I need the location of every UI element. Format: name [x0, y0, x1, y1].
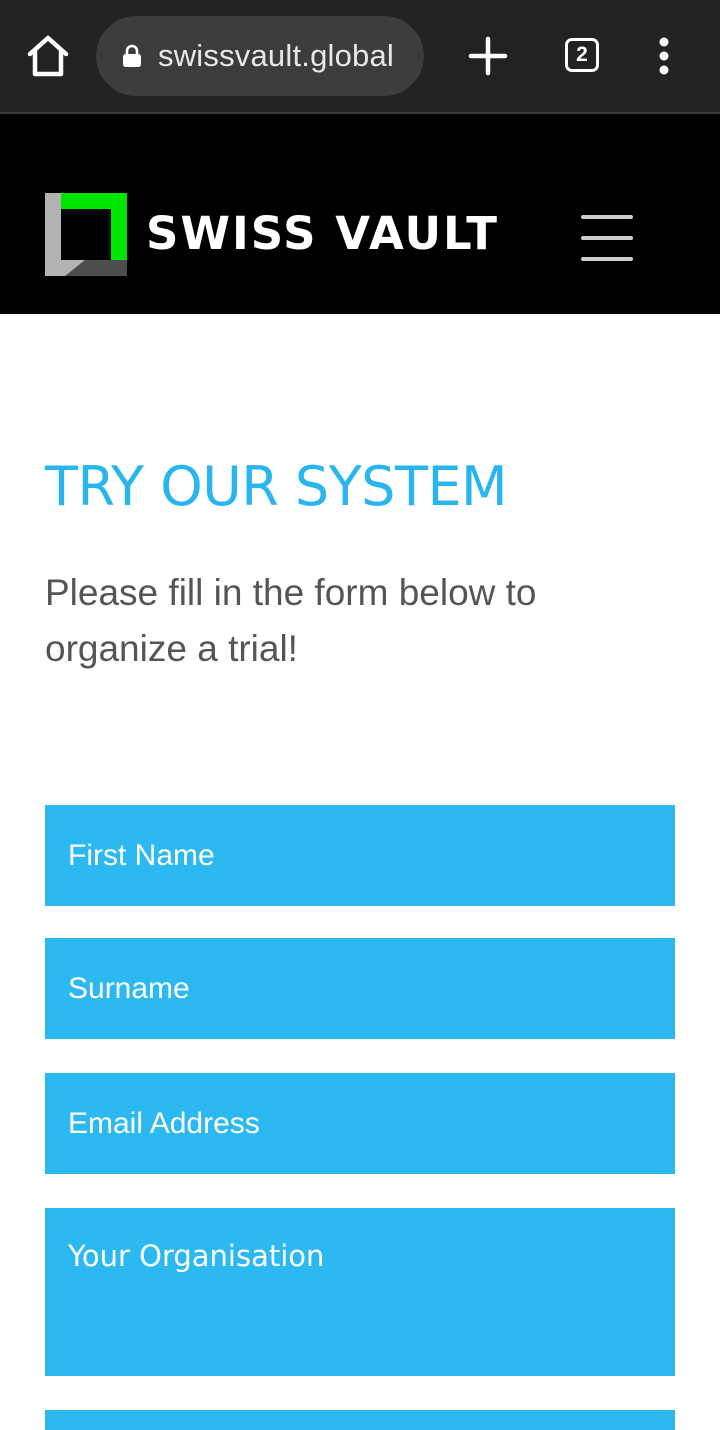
- intro-text: Please fill in the form below to organiz…: [45, 572, 537, 669]
- organisation-field[interactable]: [45, 1208, 675, 1376]
- swiss-vault-logo-icon[interactable]: [45, 193, 127, 276]
- address-bar[interactable]: swissvault.global: [96, 16, 424, 96]
- hamburger-menu-icon[interactable]: [580, 211, 634, 265]
- next-form-field[interactable]: [45, 1410, 675, 1430]
- page-title: TRY OUR SYSTEM: [45, 455, 508, 518]
- home-icon[interactable]: [22, 32, 74, 80]
- first-name-field[interactable]: [45, 805, 675, 906]
- new-tab-icon[interactable]: [466, 34, 510, 78]
- lock-icon: [123, 44, 141, 67]
- email-field[interactable]: [45, 1073, 675, 1174]
- surname-field[interactable]: [45, 938, 675, 1039]
- url-text: swissvault.global: [158, 38, 395, 73]
- brand-name[interactable]: SWISS VAULT: [146, 202, 499, 266]
- more-menu-icon[interactable]: [652, 36, 676, 76]
- tab-switcher-button[interactable]: 2: [565, 38, 599, 72]
- site-header: SWISS VAULT: [0, 114, 720, 314]
- browser-toolbar: swissvault.global 2: [0, 0, 720, 114]
